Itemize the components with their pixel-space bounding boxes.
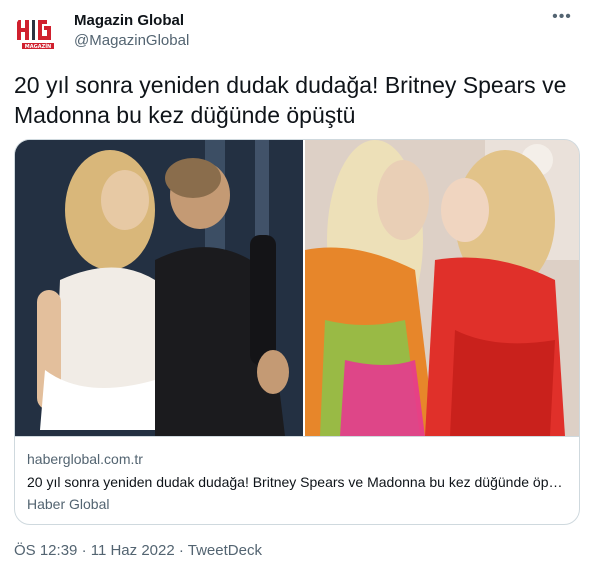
magazin-global-logo: MAGAZİN	[14, 10, 62, 58]
card-title: 20 yıl sonra yeniden dudak dudağa! Britn…	[27, 474, 569, 490]
handle[interactable]: @MagazinGlobal	[74, 31, 189, 51]
svg-text:MAGAZİN: MAGAZİN	[25, 43, 52, 50]
tweet-date[interactable]: 11 Haz 2022	[91, 542, 175, 559]
more-horizontal-icon[interactable]: •••	[550, 9, 574, 30]
card-source: Haber Global	[27, 496, 110, 512]
display-name[interactable]: Magazin Global	[74, 11, 189, 31]
author-names: Magazin Global @MagazinGlobal	[74, 11, 189, 51]
tweet: MAGAZİN Magazin Global @MagazinGlobal ••…	[0, 0, 590, 569]
footer-separator: ·	[81, 542, 87, 559]
tweet-header: MAGAZİN Magazin Global @MagazinGlobal ••…	[14, 9, 580, 58]
tweet-client[interactable]: TweetDeck	[188, 542, 262, 559]
footer-separator: ·	[178, 542, 184, 559]
card-photo-right	[305, 140, 579, 436]
card-meta: haberglobal.com.tr 20 yıl sonra yeniden …	[15, 436, 579, 524]
card-photo-left	[15, 140, 303, 436]
tweet-text: 20 yıl sonra yeniden dudak dudağa! Britn…	[14, 72, 567, 128]
avatar[interactable]: MAGAZİN	[14, 10, 62, 58]
tweet-footer: ÖS 12:39 · 11 Haz 2022 · TweetDeck	[14, 541, 262, 561]
card-media	[15, 140, 579, 436]
tweet-time[interactable]: ÖS 12:39	[14, 542, 77, 559]
link-card[interactable]: haberglobal.com.tr 20 yıl sonra yeniden …	[14, 139, 580, 525]
card-domain: haberglobal.com.tr	[27, 451, 143, 467]
